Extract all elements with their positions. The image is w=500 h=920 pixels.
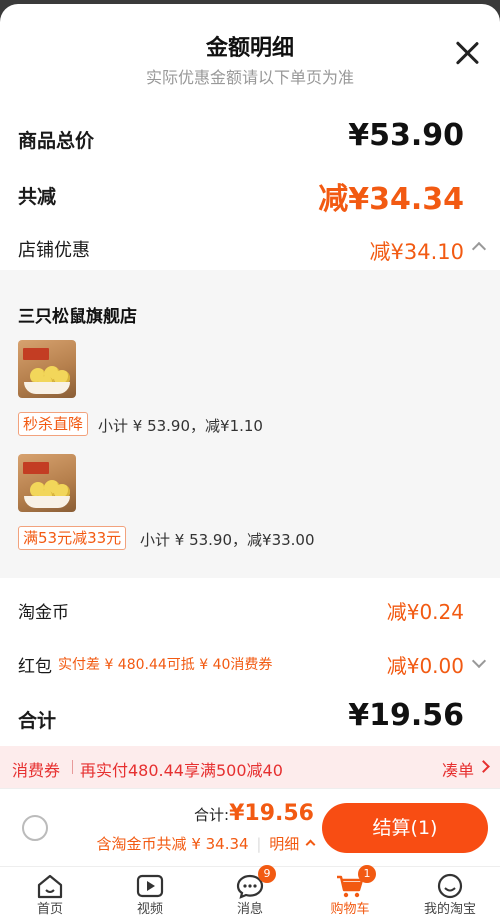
video-icon: [136, 874, 164, 898]
profile-icon: [437, 873, 463, 899]
coupon-banner[interactable]: 消费券 再实付480.44享满500减40 凑单: [0, 746, 500, 788]
chevron-right-icon[interactable]: [477, 760, 490, 773]
total-reduce-value: 减¥34.34: [318, 182, 464, 217]
discount-tag: 秒杀直降: [18, 412, 89, 436]
sheet-title: 金额明细: [205, 36, 294, 61]
divider: [72, 760, 73, 774]
sum-row: 合计 ¥19.56: [0, 696, 500, 740]
message-badge: 9: [258, 865, 276, 883]
coupon-text: 再实付480.44享满500减40: [80, 761, 283, 780]
home-icon: [37, 874, 63, 899]
checkout-discount[interactable]: 含淘金币共减 ¥ 34.34 | 明细: [96, 833, 316, 854]
sum-label: 合计: [18, 710, 57, 732]
checkout-button[interactable]: 结算(1): [322, 803, 488, 853]
coins-value: 减¥0.24: [386, 600, 464, 624]
checkout-discount-text: 含淘金币共减 ¥ 34.34: [96, 835, 249, 853]
item-subtotal: 小计 ¥ 53.90，减¥33.00: [140, 531, 315, 549]
cart-badge: 1: [358, 865, 376, 883]
sheet-header: 金额明细 实际优惠金额请以下单页为准: [0, 4, 500, 104]
tab-cart[interactable]: 1 购物车: [300, 865, 400, 920]
tab-label: 视频: [136, 902, 163, 917]
sum-value: ¥19.56: [348, 698, 464, 733]
detail-toggle-label[interactable]: 明细: [269, 835, 299, 853]
tab-label: 我的淘宝: [423, 902, 476, 917]
add-items-link[interactable]: 凑单: [442, 757, 474, 781]
coins-row: 淘金币 减¥0.24: [0, 590, 500, 630]
checkout-total: 合计:¥19.56: [194, 801, 314, 826]
chevron-up-icon[interactable]: [471, 241, 487, 257]
redpacket-label: 红包: [18, 657, 52, 677]
tab-home[interactable]: 首页: [0, 867, 100, 920]
close-icon[interactable]: [454, 40, 480, 66]
store-name: 三只松鼠旗舰店: [18, 307, 137, 327]
tab-label: 消息: [236, 902, 263, 917]
product-thumbnail[interactable]: [18, 454, 76, 512]
store-discount-panel: 三只松鼠旗舰店 秒杀直降 小计 ¥ 53.90，减¥1.10 满53元减33元 …: [0, 270, 500, 578]
shop-discount-row[interactable]: 店铺优惠 减¥34.10: [0, 226, 500, 270]
total-reduce-label: 共减: [18, 186, 57, 208]
chevron-up-icon[interactable]: [305, 839, 316, 850]
total-price-label: 商品总价: [18, 130, 95, 152]
checkout-total-value: ¥19.56: [229, 801, 314, 826]
redpacket-row[interactable]: 红包 实付差 ¥ 480.44可抵 ¥ 40消费券 减¥0.00: [0, 644, 500, 684]
tab-label: 购物车: [330, 902, 370, 917]
redpacket-note: 实付差 ¥ 480.44可抵 ¥ 40消费券: [58, 657, 273, 673]
shop-discount-value: 减¥34.10: [369, 240, 464, 264]
tab-profile[interactable]: 我的淘宝: [400, 867, 500, 920]
item-subtotal: 小计 ¥ 53.90，减¥1.10: [98, 417, 263, 435]
checkout-total-prefix: 合计:: [194, 806, 230, 824]
total-reduce-row: 共减 减¥34.34: [0, 172, 500, 217]
product-thumbnail[interactable]: [18, 340, 76, 398]
amount-detail-sheet: 金额明细 实际优惠金额请以下单页为准 商品总价 ¥53.90 共减 减¥34.3…: [0, 4, 500, 920]
sheet-subtitle: 实际优惠金额请以下单页为准: [145, 68, 354, 87]
chevron-down-icon[interactable]: [471, 653, 487, 669]
tab-message[interactable]: 9 消息: [200, 865, 300, 920]
coupon-label: 消费券: [12, 761, 61, 780]
select-all-radio[interactable]: [22, 815, 48, 841]
tab-video[interactable]: 视频: [100, 867, 200, 920]
coins-label: 淘金币: [18, 603, 69, 623]
discount-tag: 满53元减33元: [18, 526, 127, 550]
total-price-value: ¥53.90: [348, 118, 464, 153]
shop-discount-label: 店铺优惠: [18, 240, 90, 261]
tab-label: 首页: [36, 902, 63, 917]
total-price-row: 商品总价 ¥53.90: [0, 116, 500, 160]
bottom-tab-bar: 首页 视频 9 消息 1 购物车 我的淘宝: [0, 865, 500, 920]
checkout-bar: 合计:¥19.56 含淘金币共减 ¥ 34.34 | 明细 结算(1): [0, 788, 500, 866]
redpacket-value: 减¥0.00: [386, 654, 464, 678]
